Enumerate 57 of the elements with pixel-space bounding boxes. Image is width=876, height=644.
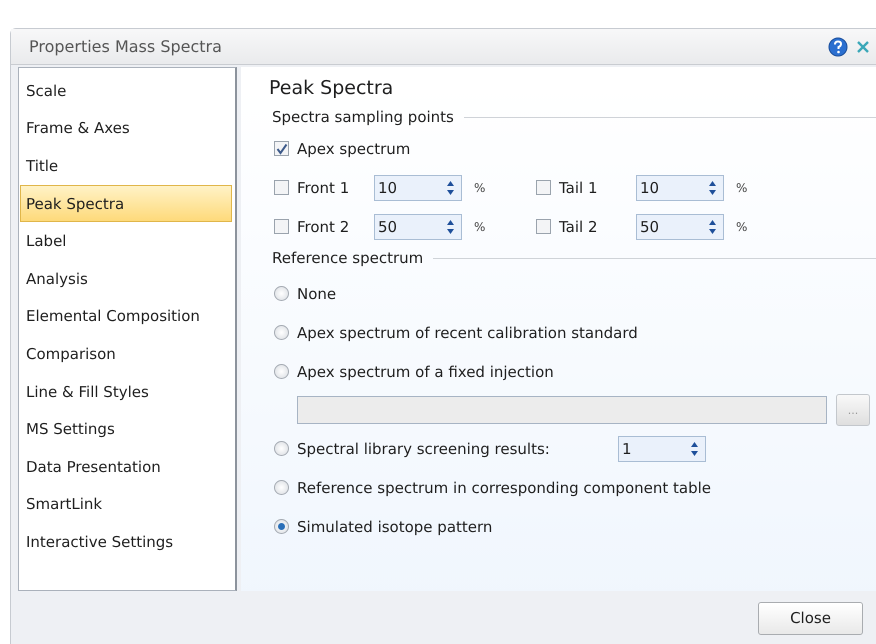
radio-button[interactable]: [274, 325, 289, 340]
number-spinner[interactable]: 1: [618, 436, 706, 462]
radio-button[interactable]: [274, 286, 289, 301]
checkbox-label: Tail 1: [559, 178, 599, 196]
sidebar-item[interactable]: Interactive Settings: [20, 523, 232, 561]
spin-arrows-icon[interactable]: [708, 218, 717, 236]
spin-arrows-icon[interactable]: [446, 178, 455, 196]
close-icon[interactable]: [856, 40, 870, 54]
page-heading: Peak Spectra: [269, 77, 394, 99]
checkbox-label: Front 2: [297, 218, 350, 236]
radio-button[interactable]: [274, 519, 289, 534]
sidebar-item[interactable]: SmartLink: [20, 486, 232, 524]
radio-button[interactable]: [274, 480, 289, 495]
section-title: Reference spectrum: [272, 249, 424, 267]
number-spinner[interactable]: 10: [374, 174, 462, 200]
radio-label: Apex spectrum of recent calibration standard: [297, 324, 638, 342]
radio-button[interactable]: [274, 364, 289, 379]
sidebar-item[interactable]: Elemental Composition: [20, 298, 232, 336]
radio-label: Reference spectrum in corresponding component table: [297, 478, 712, 496]
checkbox[interactable]: [536, 180, 551, 195]
checkbox-label: Tail 2: [559, 218, 599, 236]
sidebar-item[interactable]: Peak Spectra: [20, 184, 232, 222]
window-title: Properties Mass Spectra: [29, 37, 223, 56]
help-icon[interactable]: [828, 36, 848, 56]
radio-label: Apex spectrum of a fixed injection: [297, 362, 554, 380]
number-spinner[interactable]: 50: [374, 214, 462, 240]
spin-arrows-icon[interactable]: [446, 218, 455, 236]
unit-label: %: [735, 180, 748, 194]
radio-label: Simulated isotope pattern: [297, 518, 492, 536]
section-title: Spectra sampling points: [272, 108, 454, 126]
sidebar-item[interactable]: Scale: [20, 72, 232, 110]
unit-label: %: [473, 220, 486, 234]
unit-label: %: [735, 220, 748, 234]
spin-arrows-icon[interactable]: [690, 440, 699, 458]
sidebar-item[interactable]: Frame & Axes: [20, 110, 232, 148]
checkbox[interactable]: [536, 219, 551, 234]
number-spinner[interactable]: 50: [636, 214, 724, 240]
unit-label: %: [473, 180, 486, 194]
sidebar-item[interactable]: Data Presentation: [20, 448, 232, 486]
sidebar-item[interactable]: Title: [20, 147, 232, 185]
sidebar-item[interactable]: Line & Fill Styles: [20, 372, 232, 410]
radio-label: None: [297, 284, 336, 302]
radio-label: Spectral library screening results:: [297, 440, 550, 458]
radio-button[interactable]: [274, 441, 289, 456]
sidebar-item[interactable]: Label: [20, 222, 232, 260]
checkbox[interactable]: [274, 141, 289, 156]
sidebar-item[interactable]: Comparison: [20, 335, 232, 373]
number-spinner[interactable]: 10: [636, 174, 724, 200]
checkbox-label: Front 1: [297, 178, 350, 196]
checkbox[interactable]: [274, 180, 289, 195]
checkbox-label: Apex spectrum: [297, 140, 410, 158]
path-field[interactable]: [297, 396, 827, 424]
sidebar-item[interactable]: MS Settings: [20, 410, 232, 448]
close-button[interactable]: Close: [758, 602, 863, 634]
checkbox[interactable]: [274, 219, 289, 234]
spin-arrows-icon[interactable]: [708, 178, 717, 196]
sidebar-item[interactable]: Analysis: [20, 260, 232, 298]
